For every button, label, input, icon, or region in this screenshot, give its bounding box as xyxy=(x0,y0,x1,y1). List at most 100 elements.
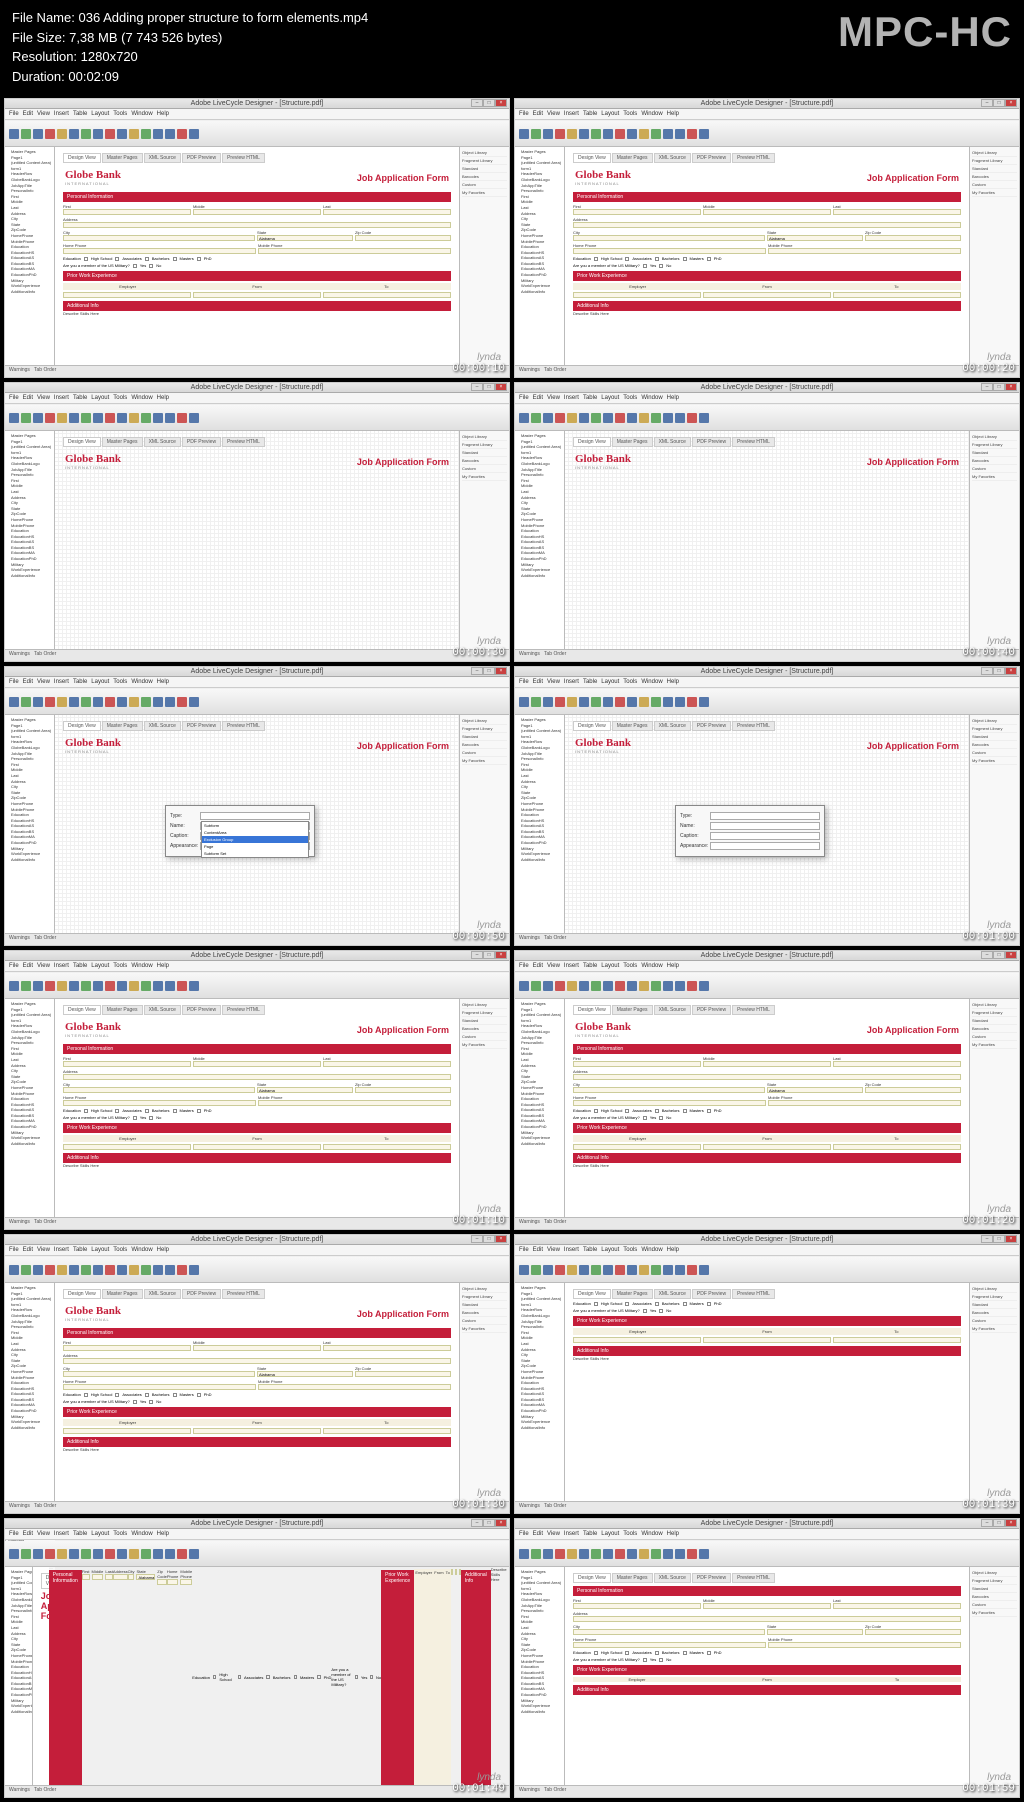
toolbar-icon[interactable] xyxy=(141,129,151,139)
tab-master-pages[interactable]: Master Pages xyxy=(102,1289,143,1299)
thumbnail-9[interactable]: Adobe LiveCycle Designer - [Structure.pd… xyxy=(4,1234,510,1514)
hierarchy-panel[interactable]: Master PagesPage1(untitled Content Area)… xyxy=(515,147,565,365)
menu-tools[interactable]: Tools xyxy=(113,679,127,685)
toolbar-icon[interactable] xyxy=(57,697,67,707)
properties-panel[interactable]: Object LibraryFragment LibraryStandardBa… xyxy=(459,147,509,365)
toolbar-icon[interactable] xyxy=(165,129,175,139)
menu-insert[interactable]: Insert xyxy=(564,1247,579,1253)
toolbar-icon[interactable] xyxy=(687,697,697,707)
props-item[interactable]: Standard xyxy=(462,733,507,741)
hierarchy-item[interactable]: (untitled Content Area) xyxy=(7,444,52,450)
work-input[interactable] xyxy=(323,1428,451,1434)
props-item[interactable]: Object Library xyxy=(462,433,507,441)
minimize-button[interactable]: – xyxy=(471,951,483,959)
input-first[interactable] xyxy=(63,209,191,215)
toolbar-icon[interactable] xyxy=(165,697,175,707)
menu-tools[interactable]: Tools xyxy=(113,1247,127,1253)
input-address[interactable] xyxy=(63,222,451,228)
props-item[interactable]: Standard xyxy=(972,165,1017,173)
tab-design-view[interactable]: Design View xyxy=(573,1573,611,1583)
toolbar-icon[interactable] xyxy=(687,1265,697,1275)
input-last[interactable] xyxy=(323,1345,451,1351)
hierarchy-item[interactable]: (untitled Content Area) xyxy=(7,1012,52,1018)
hierarchy-panel[interactable]: Master PagesPage1(untitled Content Area)… xyxy=(515,999,565,1217)
toolbar-icon[interactable] xyxy=(687,1549,697,1559)
props-item[interactable]: Custom xyxy=(972,1601,1017,1609)
tab-design-view[interactable]: Design View xyxy=(573,153,611,163)
close-button[interactable]: × xyxy=(1005,951,1017,959)
props-item[interactable]: Standard xyxy=(972,449,1017,457)
hierarchy-panel[interactable]: Master PagesPage1(untitled Content Area)… xyxy=(5,999,55,1217)
checkbox-associates[interactable] xyxy=(115,257,119,261)
work-input[interactable] xyxy=(323,1144,451,1150)
toolbar-icon[interactable] xyxy=(567,1265,577,1275)
toolbar-icon[interactable] xyxy=(21,413,31,423)
props-item[interactable]: Fragment Library xyxy=(972,725,1017,733)
toolbar-icon[interactable] xyxy=(543,413,553,423)
toolbar-icon[interactable] xyxy=(129,981,139,991)
toolbar-icon[interactable] xyxy=(699,413,709,423)
maximize-button[interactable]: □ xyxy=(993,99,1005,107)
hierarchy-item[interactable]: AdditionalInfo xyxy=(517,573,562,579)
toolbar-icon[interactable] xyxy=(627,1265,637,1275)
menu-table[interactable]: Table xyxy=(73,1247,87,1253)
menu-tools[interactable]: Tools xyxy=(623,1247,637,1253)
thumbnail-2[interactable]: Adobe LiveCycle Designer - [Structure.pd… xyxy=(514,98,1020,378)
tab-pdf-preview[interactable]: PDF Preview xyxy=(692,437,731,447)
minimize-button[interactable]: – xyxy=(471,1519,483,1527)
toolbar-icon[interactable] xyxy=(543,981,553,991)
tab-preview-html[interactable]: Preview HTML xyxy=(222,721,265,731)
toolbar-icon[interactable] xyxy=(591,697,601,707)
toolbar-icon[interactable] xyxy=(651,129,661,139)
menu-window[interactable]: Window xyxy=(131,679,152,685)
hierarchy-item[interactable]: AdditionalInfo xyxy=(517,289,562,295)
toolbar-icon[interactable] xyxy=(177,129,187,139)
hierarchy-item[interactable]: (untitled Content Area) xyxy=(517,1296,562,1302)
tab-preview-html[interactable]: Preview HTML xyxy=(222,437,265,447)
menu-view[interactable]: View xyxy=(37,1531,50,1537)
checkbox-highschool[interactable] xyxy=(84,257,88,261)
input-mobile[interactable] xyxy=(180,1579,192,1585)
toolbar-icon[interactable] xyxy=(177,981,187,991)
properties-panel[interactable]: Object LibraryFragment LibraryStandardBa… xyxy=(459,999,509,1217)
tab-xml-source[interactable]: XML Source xyxy=(654,1005,691,1015)
toolbar-icon[interactable] xyxy=(153,129,163,139)
checkbox-masters[interactable] xyxy=(294,1675,297,1679)
toolbar-icon[interactable] xyxy=(141,413,151,423)
hierarchy-item[interactable]: AdditionalInfo xyxy=(7,573,52,579)
work-input[interactable] xyxy=(193,292,321,298)
hierarchy-item[interactable]: AdditionalInfo xyxy=(517,1709,562,1715)
toolbar-icon[interactable] xyxy=(639,697,649,707)
props-item[interactable]: Standard xyxy=(972,733,1017,741)
radio-yes[interactable] xyxy=(133,264,137,268)
radio-yes[interactable] xyxy=(133,1400,137,1404)
tab-design-view[interactable]: Design View xyxy=(63,1289,101,1299)
toolbar-icon[interactable] xyxy=(105,1265,115,1275)
toolbar-icon[interactable] xyxy=(663,129,673,139)
design-canvas[interactable]: Design ViewMaster PagesXML SourcePDF Pre… xyxy=(55,999,459,1217)
toolbar-icon[interactable] xyxy=(639,1549,649,1559)
menu-insert[interactable]: Insert xyxy=(564,1531,579,1537)
toolbar-icon[interactable] xyxy=(93,1549,103,1559)
toolbar-icon[interactable] xyxy=(9,129,19,139)
toolbar-icon[interactable] xyxy=(567,1549,577,1559)
tab-design-view[interactable]: Design View xyxy=(573,437,611,447)
hierarchy-panel[interactable]: Master PagesPage1(untitled Content Area)… xyxy=(515,715,565,933)
tab-master-pages[interactable]: Master Pages xyxy=(102,1005,143,1015)
properties-panel[interactable]: Object LibraryFragment LibraryStandardBa… xyxy=(969,431,1019,649)
work-input[interactable] xyxy=(833,292,961,298)
menu-layout[interactable]: Layout xyxy=(91,1247,109,1253)
object-dialog[interactable]: Type: SubformContentAreaExclusion GroupP… xyxy=(165,805,315,857)
toolbar-icon[interactable] xyxy=(93,1265,103,1275)
toolbar-icon[interactable] xyxy=(153,1549,163,1559)
checkbox-highschool[interactable] xyxy=(594,1109,598,1113)
toolbar-icon[interactable] xyxy=(591,129,601,139)
toolbar-icon[interactable] xyxy=(57,413,67,423)
props-item[interactable]: Standard xyxy=(462,1017,507,1025)
menu-file[interactable]: File xyxy=(9,111,19,117)
thumbnail-10[interactable]: Adobe LiveCycle Designer - [Structure.pd… xyxy=(514,1234,1020,1514)
toolbar-icon[interactable] xyxy=(69,413,79,423)
props-item[interactable]: Object Library xyxy=(972,717,1017,725)
toolbar-icon[interactable] xyxy=(57,129,67,139)
close-button[interactable]: × xyxy=(495,1235,507,1243)
